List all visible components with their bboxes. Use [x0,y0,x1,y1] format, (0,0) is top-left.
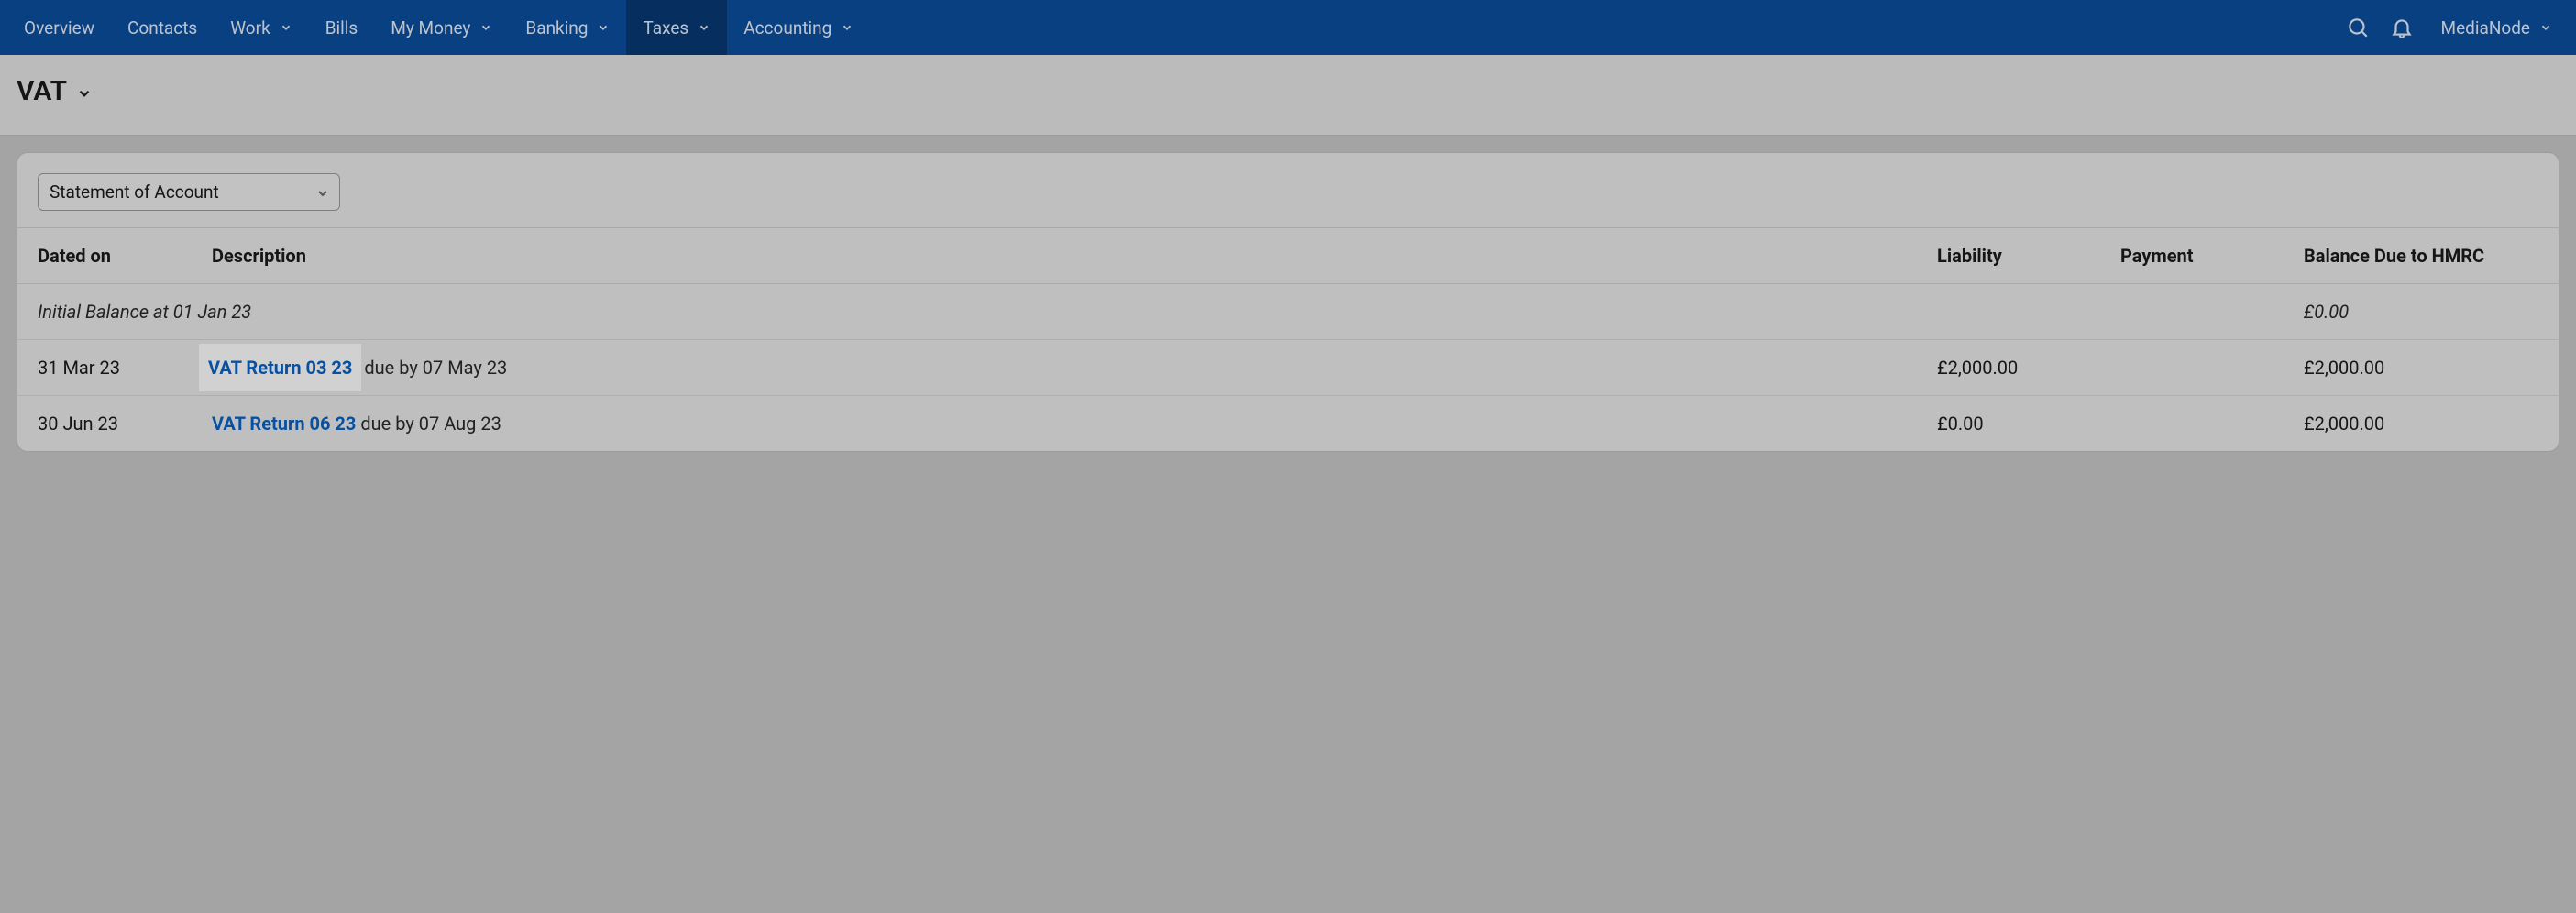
nav-item-taxes[interactable]: Taxes [626,0,727,55]
chevron-down-icon [698,21,710,34]
cell-balance: £2,000.00 [2284,396,2559,452]
view-select-label: Statement of Account [50,182,219,203]
cell-balance: £2,000.00 [2284,340,2559,396]
nav-item-contacts[interactable]: Contacts [111,0,214,55]
statement-table: Dated on Description Liability Payment B… [17,227,2559,451]
chevron-down-icon [76,85,89,98]
due-text: due by 07 May 23 [359,357,507,379]
initial-balance-text: Initial Balance at 01 Jan 23 [17,284,2284,340]
col-header-desc: Description [192,228,1917,284]
nav-item-bills[interactable]: Bills [309,0,375,55]
nav-item-banking[interactable]: Banking [509,0,626,55]
table-row: 30 Jun 23VAT Return 06 23 due by 07 Aug … [17,396,2559,452]
nav-item-label: Contacts [127,17,197,38]
nav-item-label: Bills [325,17,358,38]
page-header: VAT [0,55,2576,136]
chevron-down-icon [2539,21,2552,34]
table-row: 31 Mar 23VAT Return 03 23 due by 07 May … [17,340,2559,396]
cell-payment [2100,340,2284,396]
cell-liability: £2,000.00 [1917,340,2100,396]
cell-description: VAT Return 06 23 due by 07 Aug 23 [192,396,1917,452]
nav-item-label: Overview [24,17,94,38]
top-nav: Overview Contacts Work Bills My Money Banking… [0,0,2576,55]
col-header-date: Dated on [17,228,192,284]
initial-balance-value: £0.00 [2284,284,2559,340]
notifications-icon[interactable] [2380,0,2424,55]
col-header-liab: Liability [1917,228,2100,284]
nav-item-label: My Money [391,17,470,38]
chevron-down-icon [315,186,328,199]
nav-item-label: Work [230,17,270,38]
page-title: VAT [17,75,67,107]
page-title-menu[interactable]: VAT [17,75,2559,107]
nav-item-my-money[interactable]: My Money [374,0,509,55]
chevron-down-icon [841,21,853,34]
nav-item-label: Banking [525,17,588,38]
chevron-down-icon [479,21,492,34]
col-header-pay: Payment [2100,228,2284,284]
nav-item-label: Accounting [743,17,831,38]
cell-date: 31 Mar 23 [17,340,192,396]
col-header-bal: Balance Due to HMRC [2284,228,2559,284]
chevron-down-icon [280,21,292,34]
due-text: due by 07 Aug 23 [356,412,501,434]
vat-return-link[interactable]: VAT Return 03 23 [208,357,352,379]
initial-balance-row: Initial Balance at 01 Jan 23£0.00 [17,284,2559,340]
nav-item-label: Taxes [643,17,688,38]
vat-return-link[interactable]: VAT Return 06 23 [212,412,356,434]
chevron-down-icon [597,21,610,34]
cell-date: 30 Jun 23 [17,396,192,452]
cell-payment [2100,396,2284,452]
nav-item-accounting[interactable]: Accounting [727,0,870,55]
table-header-row: Dated on Description Liability Payment B… [17,228,2559,284]
search-icon[interactable] [2336,0,2380,55]
user-menu[interactable]: MediaNode [2424,0,2569,55]
cell-liability: £0.00 [1917,396,2100,452]
highlight-cutout: VAT Return 03 23 [201,346,359,390]
view-select[interactable]: Statement of Account [38,173,340,211]
statement-panel: Statement of Account Dated on Descriptio… [17,152,2559,452]
nav-item-overview[interactable]: Overview [7,0,111,55]
cell-description: VAT Return 03 23 due by 07 May 23 [192,340,1917,396]
user-label: MediaNode [2440,17,2530,38]
nav-item-work[interactable]: Work [214,0,308,55]
